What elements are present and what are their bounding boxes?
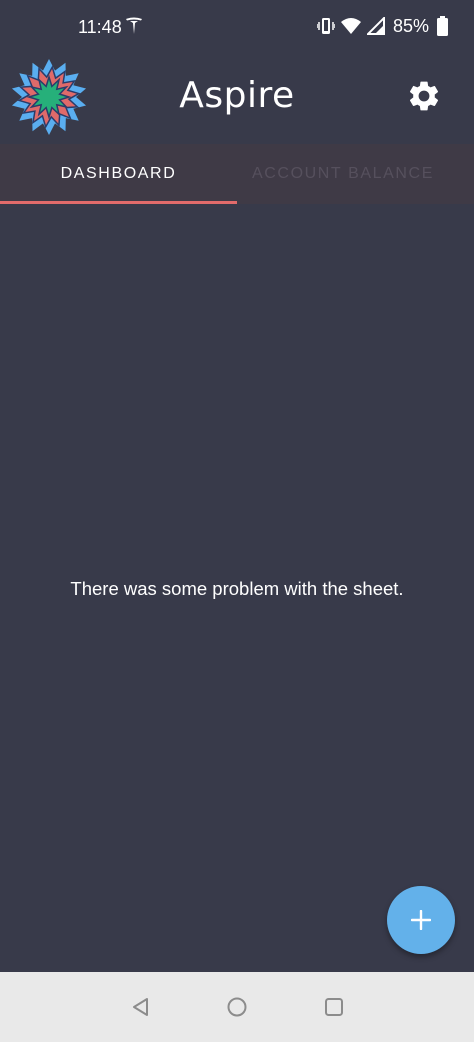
- battery-percentage: 85%: [392, 16, 429, 36]
- status-icons: 85%: [316, 14, 448, 38]
- back-icon: [133, 998, 148, 1016]
- system-nav-bar: [0, 972, 474, 1042]
- status-time: 11:48: [78, 17, 122, 37]
- tab-bar: DASHBOARD ACCOUNT BALANCE: [0, 144, 474, 204]
- main-content: There was some problem with the sheet.: [0, 204, 474, 972]
- tab-dashboard[interactable]: DASHBOARD: [0, 144, 237, 204]
- plus-icon: [411, 910, 431, 930]
- error-message: There was some problem with the sheet.: [70, 578, 404, 599]
- home-icon: [227, 997, 247, 1017]
- battery-icon: [437, 16, 448, 36]
- add-button[interactable]: [387, 886, 455, 954]
- settings-button[interactable]: [406, 78, 442, 114]
- tesla-icon: [124, 16, 144, 36]
- status-bar: 11:48 85%: [0, 0, 474, 54]
- recents-button[interactable]: [322, 995, 346, 1019]
- home-button[interactable]: [225, 995, 249, 1019]
- app-bar: Aspire: [0, 54, 474, 144]
- signal-icon: [366, 17, 385, 35]
- tab-account-balance[interactable]: ACCOUNT BALANCE: [252, 144, 462, 204]
- wifi-icon: [340, 17, 361, 35]
- app-title: Aspire: [179, 75, 295, 116]
- vibrate-icon: [316, 16, 335, 36]
- recents-icon: [325, 998, 343, 1016]
- back-button[interactable]: [129, 995, 153, 1019]
- gear-icon: [409, 81, 439, 111]
